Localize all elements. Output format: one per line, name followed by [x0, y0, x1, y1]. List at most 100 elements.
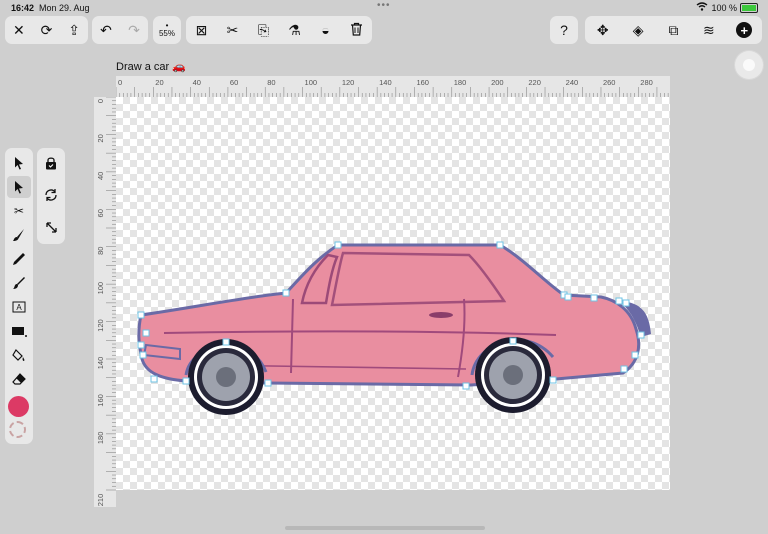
car-artwork[interactable]: [116, 97, 670, 490]
deselect-button[interactable]: ⊠: [189, 17, 215, 43]
path-node[interactable]: [462, 382, 470, 390]
ruler-h-label: 260: [603, 78, 616, 87]
fill-icon: ◒: [321, 22, 330, 38]
path-node[interactable]: [622, 299, 630, 307]
stroke-color-swatch[interactable]: [9, 421, 26, 438]
pin-button[interactable]: ✥: [590, 17, 616, 43]
undo-button[interactable]: ↶: [93, 17, 119, 43]
vertical-ruler: 0 20 40 60 80 100 120 140 160 180 210: [94, 97, 116, 507]
help-button[interactable]: ?: [551, 17, 577, 43]
front-wheel: [188, 339, 264, 415]
pen-tool[interactable]: [7, 248, 31, 270]
brush-tool[interactable]: [7, 224, 31, 246]
arrow-icon: [15, 157, 23, 170]
path-node[interactable]: [222, 338, 230, 346]
add-button[interactable]: +: [731, 17, 757, 43]
fill-color-swatch[interactable]: [8, 396, 29, 417]
duplicate-icon: ⧉: [668, 21, 679, 38]
paste-style-button[interactable]: ⚗: [282, 17, 308, 43]
path-node[interactable]: [139, 351, 147, 359]
path-node[interactable]: [137, 341, 145, 349]
close-button[interactable]: ✕: [6, 17, 32, 43]
path-node[interactable]: [564, 293, 572, 301]
ruler-h-label: 240: [566, 78, 579, 87]
multitask-dots[interactable]: •••: [377, 0, 391, 11]
duplicate-button[interactable]: ⧉: [660, 17, 686, 43]
scale-icon: [45, 221, 57, 233]
ruler-h-label: 80: [267, 78, 275, 87]
toolbar-history-group: ↶ ↷: [92, 16, 148, 44]
ruler-h-label: 280: [640, 78, 653, 87]
ruler-v-label: 60: [96, 209, 105, 217]
redo-button[interactable]: ↷: [121, 17, 147, 43]
lock-button[interactable]: [39, 152, 63, 174]
text-icon: A: [12, 301, 26, 313]
fill-button[interactable]: ◒: [313, 17, 339, 43]
rotate-button[interactable]: [39, 184, 63, 206]
svg-text:A: A: [16, 303, 22, 312]
ruler-h-label: 180: [454, 78, 467, 87]
zoom-button[interactable]: • 55%: [154, 17, 180, 43]
node-tool[interactable]: [7, 176, 31, 198]
path-node[interactable]: [549, 376, 557, 384]
document-title[interactable]: Draw a car 🚗: [116, 60, 186, 73]
rectangle-tool[interactable]: [7, 320, 31, 342]
rotate-icon: [45, 189, 57, 201]
color-mode-button[interactable]: [735, 51, 763, 79]
copy-button[interactable]: ⎘: [251, 17, 277, 43]
cut-tool[interactable]: ✂: [7, 200, 31, 222]
tools-panel: ✂ A: [5, 148, 33, 444]
ruler-v-label: 160: [96, 394, 105, 407]
layers-icon: ≋: [702, 21, 715, 38]
paste-style-icon: ⚗: [288, 21, 301, 38]
ruler-h-label: 0: [118, 78, 122, 87]
node-button[interactable]: ◈: [625, 17, 651, 43]
path-node[interactable]: [150, 375, 158, 383]
car-door-handle: [429, 312, 453, 318]
drawing-canvas[interactable]: [116, 97, 670, 490]
pen-icon: [13, 253, 25, 265]
fill-tool[interactable]: [7, 344, 31, 366]
ruler-h-label: 100: [305, 78, 318, 87]
status-time: 16:42: [11, 3, 35, 13]
close-icon: ✕: [12, 21, 25, 38]
layers-button[interactable]: ≋: [696, 17, 722, 43]
path-node[interactable]: [137, 311, 145, 319]
ruler-h-label: 200: [491, 78, 504, 87]
battery-label: 100 %: [711, 2, 737, 13]
rotate-canvas-button[interactable]: ⟳: [33, 17, 59, 43]
rotate-icon: ⟳: [40, 21, 53, 38]
path-node[interactable]: [182, 377, 190, 385]
path-node[interactable]: [509, 337, 517, 345]
path-node[interactable]: [631, 351, 639, 359]
delete-button[interactable]: [344, 17, 370, 43]
text-tool[interactable]: A: [7, 296, 31, 318]
share-icon: ⇪: [68, 21, 80, 38]
copy-icon: ⎘: [257, 21, 270, 38]
ruler-v-label: 20: [96, 134, 105, 142]
paintbrush-icon: [13, 277, 25, 289]
cursor-icon: [15, 181, 23, 194]
path-node[interactable]: [637, 331, 645, 339]
paintbrush-tool[interactable]: [7, 272, 31, 294]
path-node[interactable]: [264, 379, 272, 387]
ruler-h-label: 20: [155, 78, 163, 87]
path-node[interactable]: [282, 289, 290, 297]
select-tool[interactable]: [7, 152, 31, 174]
path-node[interactable]: [590, 294, 598, 302]
status-date: Mon 29. Aug: [39, 3, 90, 13]
brush-icon: [13, 229, 24, 241]
cut-button[interactable]: ✂: [220, 17, 246, 43]
scissors-icon: ✂: [226, 21, 239, 38]
path-node[interactable]: [496, 241, 504, 249]
ruler-v-label: 180: [96, 432, 105, 445]
ruler-v-label: 0: [96, 99, 105, 103]
path-node[interactable]: [142, 329, 150, 337]
eraser-tool[interactable]: [7, 368, 31, 390]
path-node[interactable]: [620, 365, 628, 373]
scale-button[interactable]: [39, 216, 63, 238]
path-node[interactable]: [615, 297, 623, 305]
path-node[interactable]: [334, 241, 342, 249]
home-indicator[interactable]: [285, 526, 485, 530]
share-button[interactable]: ⇪: [61, 17, 87, 43]
